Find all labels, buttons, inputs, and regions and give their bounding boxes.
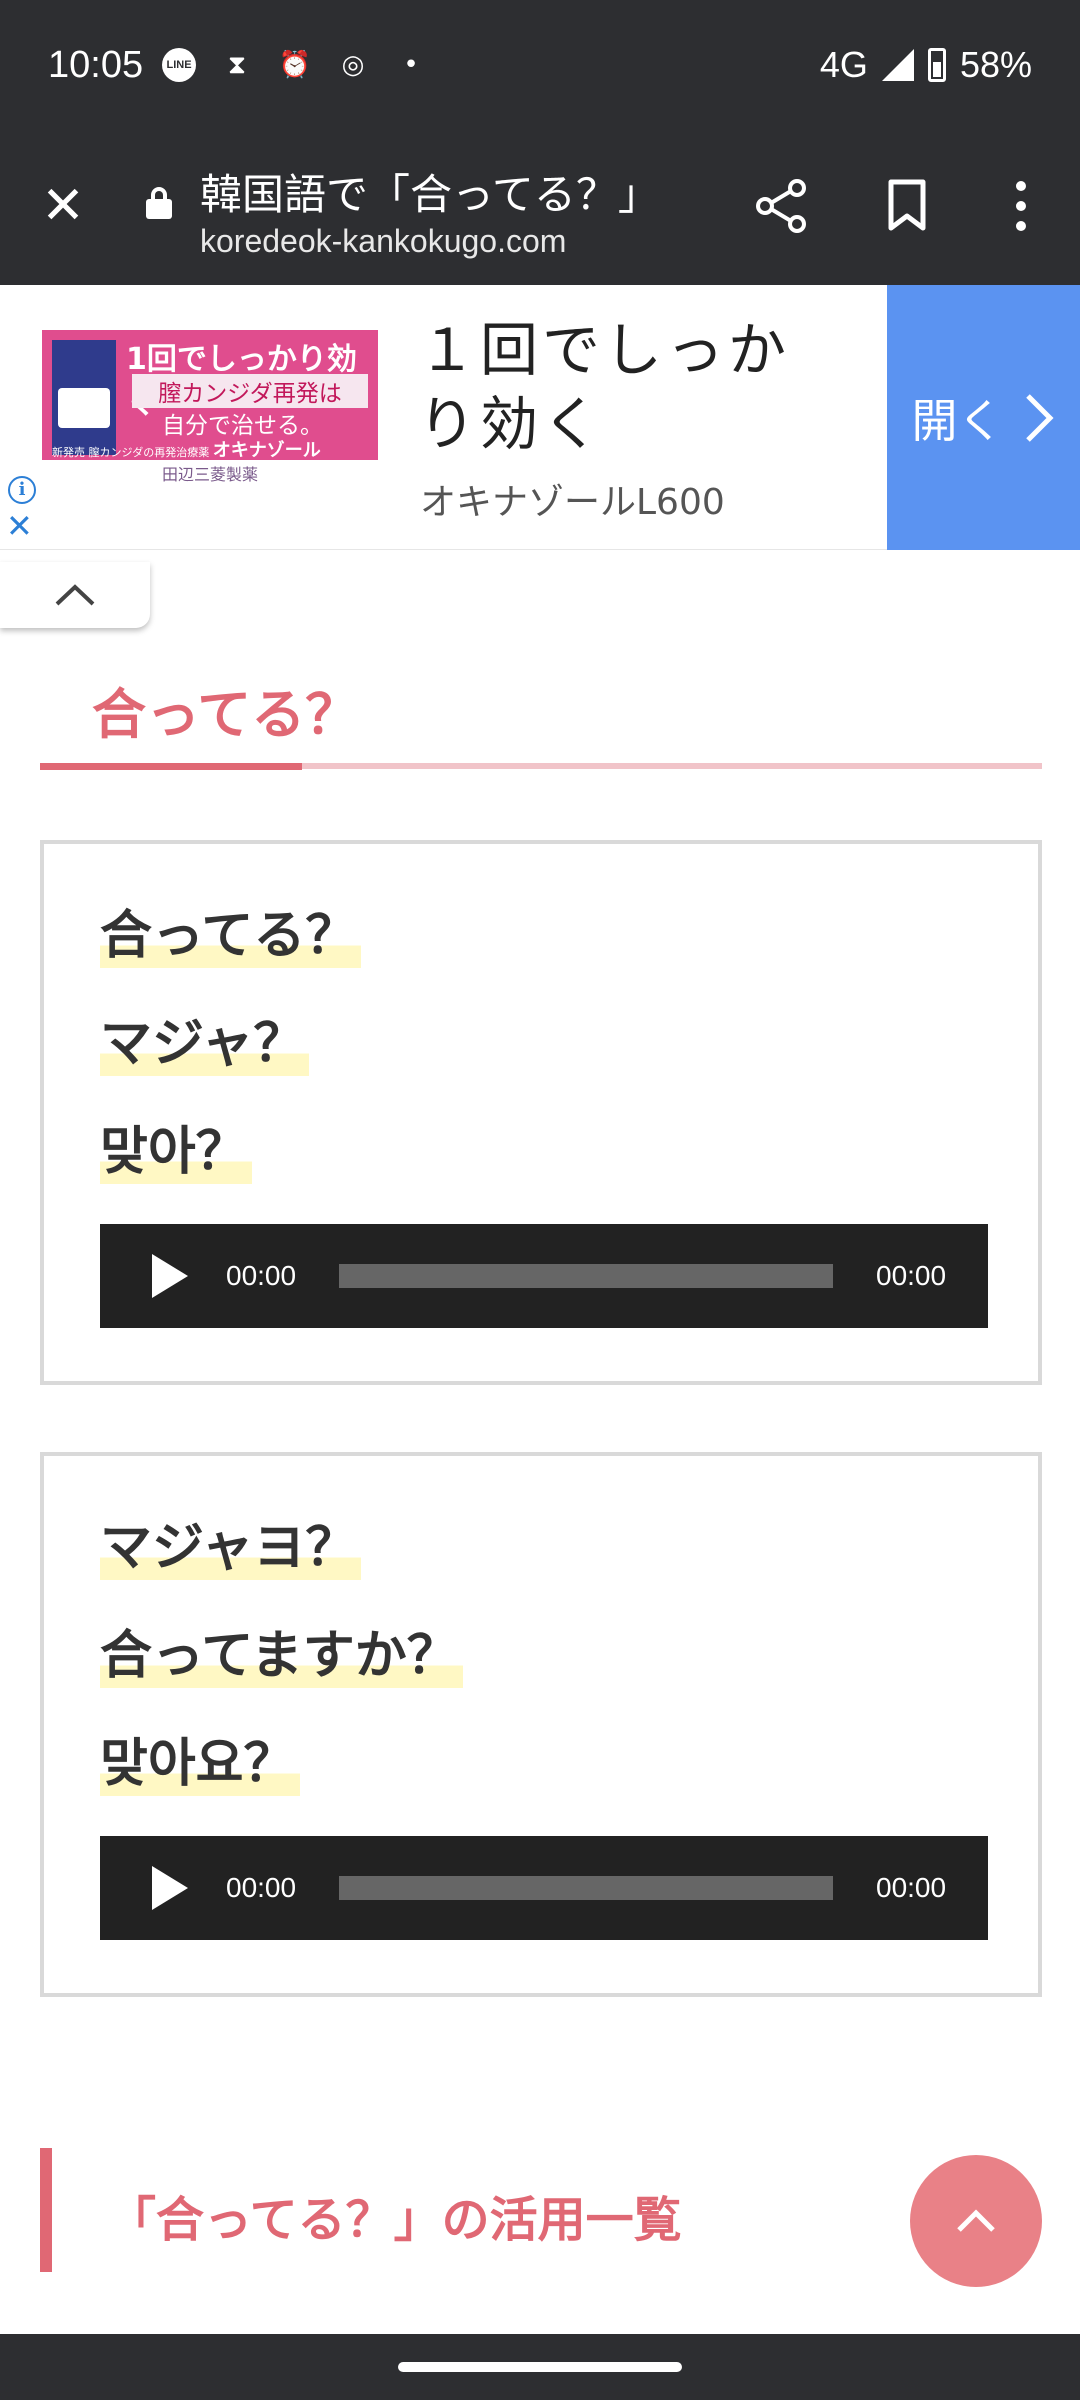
phrase-korean: 맞아요？ bbox=[100, 1732, 300, 1796]
battery-icon bbox=[927, 48, 946, 82]
chevron-up-icon bbox=[55, 584, 95, 606]
audio-duration: 00:00 bbox=[876, 1872, 947, 1903]
audio-seek-bar[interactable] bbox=[339, 1264, 833, 1288]
browser-toolbar: ✕ 韓国語で「合ってる？」 koredeok-kankokugo.com bbox=[0, 135, 1080, 285]
audio-player: 00:00 00:00 bbox=[100, 1224, 988, 1328]
scroll-to-top-button[interactable] bbox=[910, 2155, 1042, 2287]
audio-current-time: 00:00 bbox=[226, 1260, 297, 1291]
dot-icon: • bbox=[403, 50, 419, 80]
ad-close-icon[interactable]: ✕ bbox=[6, 509, 33, 543]
bookmark-button[interactable] bbox=[872, 171, 942, 241]
phrase-card: マジャヨ？ 合ってますか？ 맞아요？ 00:00 00:00 bbox=[40, 1452, 1042, 1997]
notification-icons: LINE ⧗ ⏰ ◎ • bbox=[162, 48, 428, 82]
chevron-up-icon bbox=[957, 2209, 995, 2232]
audio-player: 00:00 00:00 bbox=[100, 1836, 988, 1940]
usage-heading: 「合ってる？」の活用一覧 bbox=[108, 2192, 682, 2248]
close-icon: ✕ bbox=[41, 176, 85, 236]
ad-image-line4-prefix: 新発売 膣カンジダの再発治療薬 bbox=[52, 446, 210, 459]
page-url[interactable]: koredeok-kankokugo.com bbox=[200, 223, 566, 260]
status-bar: 10:05 LINE ⧗ ⏰ ◎ • 4G 58% bbox=[0, 0, 1080, 135]
ad-image-maker: 田辺三菱製薬 bbox=[42, 460, 378, 490]
ad-image-line2: 膣カンジダ再発は bbox=[132, 374, 368, 408]
ad-subtitle[interactable]: オキナゾールL600 bbox=[420, 473, 725, 525]
line-icon: LINE bbox=[162, 48, 196, 82]
share-button[interactable] bbox=[746, 171, 816, 241]
home-gesture-handle[interactable] bbox=[398, 2362, 682, 2372]
phrase-japanese: 合ってますか？ bbox=[100, 1624, 463, 1688]
ad-image-line4: 新発売 膣カンジダの再発治療薬 オキナゾール bbox=[52, 436, 368, 462]
audio-duration: 00:00 bbox=[876, 1260, 947, 1291]
hourglass-icon: ⧗ bbox=[227, 49, 247, 80]
audio-seek-bar[interactable] bbox=[339, 1876, 833, 1900]
ad-info-icon[interactable]: i bbox=[8, 476, 36, 504]
more-options-button[interactable] bbox=[986, 171, 1056, 241]
share-icon bbox=[756, 179, 806, 233]
ad-collapse-button[interactable] bbox=[0, 562, 150, 628]
phrase-card: 合ってる？ マジャ？ 맞아？ 00:00 00:00 bbox=[40, 840, 1042, 1385]
ad-headline[interactable]: １回でしっかり効く bbox=[418, 313, 848, 461]
battery-percent: 58% bbox=[959, 44, 1032, 85]
page-title[interactable]: 韓国語で「合ってる？」 bbox=[200, 161, 680, 222]
heading-underline-accent bbox=[40, 763, 302, 770]
ad-open-button[interactable]: 開く bbox=[887, 285, 1080, 550]
ad-banner[interactable]: 1回でしっかり効く 膣カンジダ再発は 自分で治せる。 新発売 膣カンジダの再発治… bbox=[0, 285, 1080, 550]
ad-image-brand: オキナゾール bbox=[212, 440, 321, 461]
phrase-korean: 맞아？ bbox=[100, 1120, 252, 1184]
play-icon[interactable] bbox=[152, 1254, 188, 1298]
ad-open-label: 開く bbox=[911, 393, 1004, 448]
status-time: 10:05 bbox=[48, 44, 144, 86]
play-icon[interactable] bbox=[152, 1866, 188, 1910]
system-indicators: 4G 58% bbox=[820, 44, 1032, 86]
usage-heading-bar bbox=[40, 2148, 52, 2272]
signal-icon bbox=[881, 49, 914, 81]
phrase-reading: マジャヨ？ bbox=[100, 1516, 362, 1580]
bookmark-icon bbox=[888, 179, 926, 231]
close-tab-button[interactable]: ✕ bbox=[30, 173, 96, 239]
chevron-right-icon bbox=[1025, 393, 1054, 442]
lock-icon[interactable] bbox=[146, 187, 172, 219]
alarm-icon: ⏰ bbox=[278, 50, 312, 80]
section-heading: 合ってる？ bbox=[92, 683, 360, 746]
phrase-japanese: 合ってる？ bbox=[100, 904, 362, 968]
phrase-reading: マジャ？ bbox=[100, 1012, 310, 1076]
fingerprint-icon: ◎ bbox=[341, 50, 365, 80]
more-vert-icon bbox=[1016, 181, 1026, 231]
audio-current-time: 00:00 bbox=[226, 1872, 297, 1903]
ad-image-line3: 自分で治せる。 bbox=[162, 413, 323, 439]
network-label: 4G bbox=[819, 44, 868, 85]
ad-image[interactable]: 1回でしっかり効く 膣カンジダ再発は 自分で治せる。 新発売 膣カンジダの再発治… bbox=[42, 330, 378, 490]
